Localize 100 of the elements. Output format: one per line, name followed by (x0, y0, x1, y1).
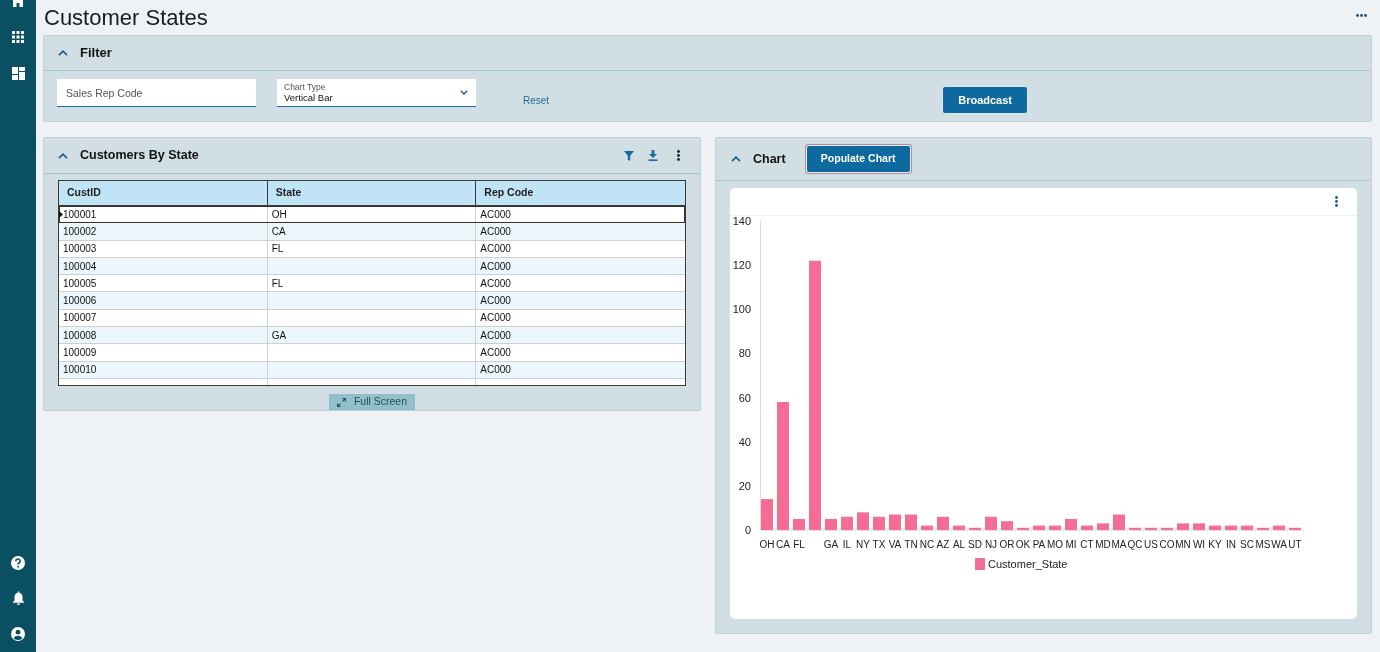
x-axis-label: SD (968, 539, 982, 550)
bar (1241, 525, 1253, 530)
x-axis-label: MI (1065, 539, 1077, 550)
x-axis-label: IN (1226, 539, 1236, 550)
x-axis-label: MS (1255, 539, 1271, 550)
x-axis-label: IL (842, 539, 852, 550)
chevron-up-icon[interactable] (731, 156, 741, 162)
table-row[interactable]: 100002 CA AC000 (59, 223, 685, 241)
x-axis-label: NC (919, 539, 935, 550)
x-axis-label: MN (1175, 539, 1191, 550)
table-row[interactable]: 100008 GA AC000 (59, 327, 685, 345)
table-cell: CA (267, 223, 477, 241)
panel-title: Filter (80, 44, 112, 63)
y-axis-label: 140 (732, 216, 751, 227)
y-axis-label: 100 (732, 303, 751, 316)
table-cell: AC000 (476, 361, 685, 379)
bar (1289, 527, 1301, 530)
bar (793, 518, 805, 530)
bar (1145, 527, 1157, 530)
more-options-icon[interactable] (677, 150, 680, 161)
grid-icon[interactable] (12, 31, 24, 43)
sales-rep-code-field[interactable]: Sales Rep Code (57, 79, 256, 107)
x-axis-label: OK (1015, 539, 1031, 550)
filter-icon[interactable] (624, 150, 634, 161)
table-cell: AC000 (476, 223, 685, 241)
bar (1193, 523, 1205, 530)
bar (825, 518, 837, 530)
table-row[interactable]: 100001 OH AC000 (59, 206, 685, 224)
bar (873, 516, 885, 530)
x-axis-label: UT (1288, 539, 1302, 550)
x-axis-label: MD (1095, 539, 1111, 550)
bar (1177, 523, 1189, 530)
chevron-up-icon[interactable] (58, 152, 68, 159)
table-cell: 100009 (59, 344, 268, 362)
x-axis-label: PA (1032, 539, 1046, 550)
x-axis-label: AL (952, 539, 966, 550)
table-cell: 100010 (59, 361, 268, 379)
chart-type-select[interactable]: Chart Type Vertical Bar (277, 79, 476, 107)
full-screen-button[interactable]: Full Screen (329, 394, 415, 410)
panel-title: Chart (753, 150, 786, 168)
table-row[interactable]: 100009 AC000 (59, 344, 685, 362)
x-axis-label: TX (872, 539, 886, 550)
x-axis-label: MA (1111, 539, 1127, 550)
x-axis-label: WI (1192, 539, 1206, 550)
bar (1033, 525, 1045, 530)
user-icon[interactable] (11, 627, 25, 641)
x-axis-label: NY (856, 539, 870, 550)
bar (1001, 521, 1013, 530)
bar (1049, 525, 1061, 530)
y-axis-label: 0 (744, 524, 751, 536)
reset-link[interactable]: Reset (523, 92, 550, 108)
x-axis-label: NJ (984, 539, 998, 550)
legend-label: Customer_State (988, 558, 1068, 570)
table-cell: 100006 (59, 292, 268, 310)
column-header[interactable]: CustID (59, 181, 268, 205)
chevron-down-icon[interactable] (460, 90, 468, 95)
column-header[interactable]: State (267, 181, 477, 205)
bar (985, 516, 997, 530)
bar (905, 514, 917, 530)
x-axis-label: QC (1127, 539, 1143, 550)
bar (1017, 527, 1029, 530)
table-cell: 100002 (59, 223, 268, 241)
x-axis-label: FL (793, 539, 805, 550)
bar (953, 525, 965, 530)
bar (937, 516, 949, 530)
bar (1081, 525, 1093, 530)
table-cell: AC000 (476, 344, 685, 362)
table-cell: AC000 (476, 240, 685, 258)
bar (761, 499, 773, 530)
bell-icon[interactable] (11, 591, 25, 605)
x-axis-label: VA (888, 539, 902, 550)
bar (1161, 527, 1173, 530)
x-axis-label: OR (999, 539, 1015, 550)
broadcast-button[interactable]: Broadcast (942, 86, 1029, 114)
bar (1097, 523, 1109, 530)
page-title: Customer States (44, 4, 208, 31)
y-axis-label: 20 (738, 479, 751, 492)
column-header[interactable]: Rep Code (476, 181, 685, 205)
y-axis-label: 40 (738, 435, 751, 448)
y-axis-label: 60 (738, 391, 751, 404)
table-row[interactable]: 100005 FL AC000 (59, 275, 685, 293)
populate-chart-button[interactable]: Populate Chart (804, 144, 912, 174)
dashboard-icon[interactable] (11, 67, 25, 80)
help-icon[interactable] (11, 556, 25, 570)
row-pointer-icon (59, 211, 63, 218)
x-axis-label: CO (1159, 539, 1175, 550)
x-axis-label: GA (823, 539, 839, 550)
chevron-up-icon[interactable] (58, 50, 68, 56)
more-options-icon[interactable] (1335, 196, 1338, 207)
expand-icon (336, 397, 346, 407)
table-cell: FL (267, 240, 477, 258)
more-options-icon[interactable] (1356, 13, 1367, 17)
bar (1113, 514, 1125, 530)
x-axis-label: SC (1240, 539, 1254, 550)
x-axis-label: CA (776, 539, 790, 550)
bar (969, 527, 981, 530)
table-cell: 100003 (59, 240, 268, 258)
table-row[interactable]: 100006 AC000 (59, 292, 685, 310)
download-icon[interactable] (648, 150, 658, 161)
bar (921, 525, 933, 530)
